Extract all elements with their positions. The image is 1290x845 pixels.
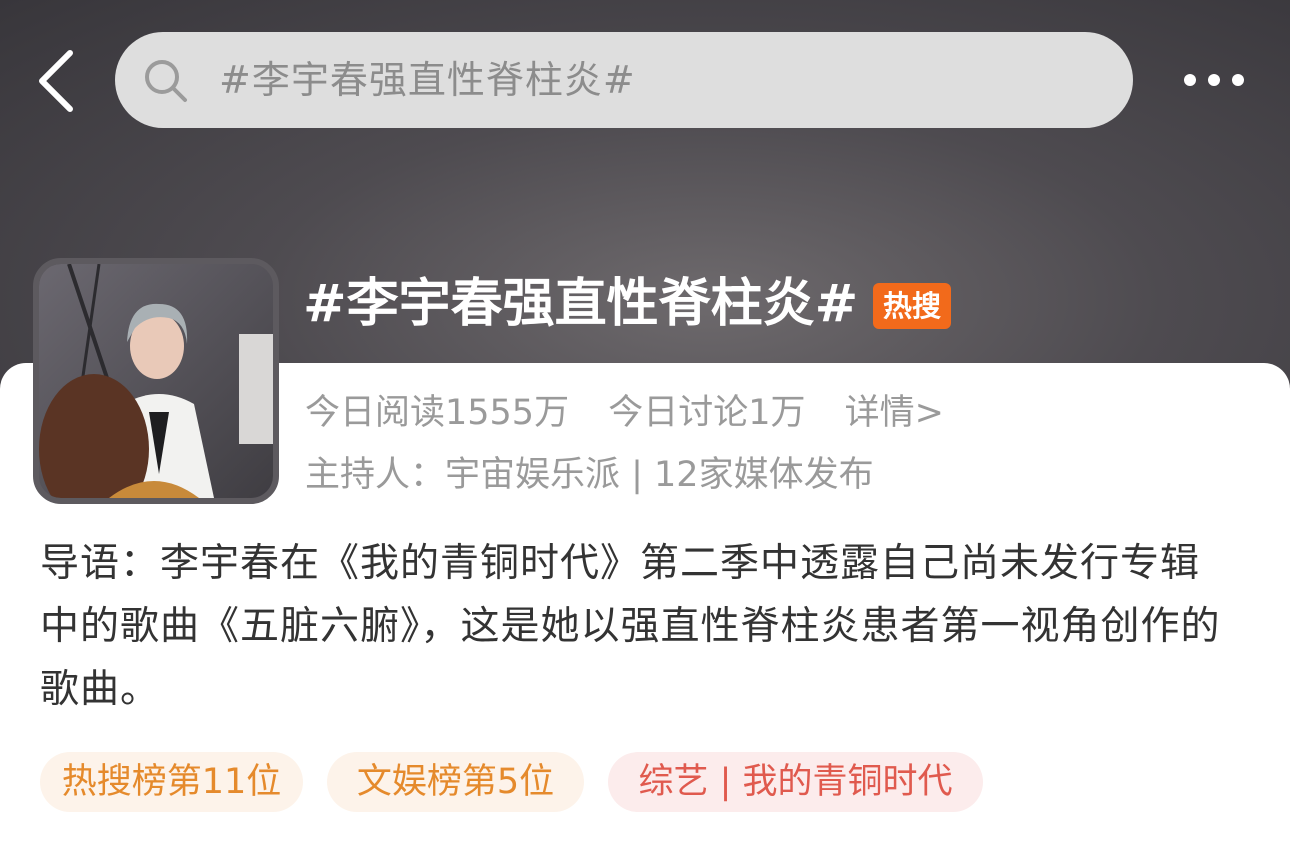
tag-entertainment-rank[interactable]: 文娱榜第5位 (327, 752, 584, 812)
search-query[interactable]: #李宇春强直性脊柱炎# (219, 32, 636, 128)
topic-host[interactable]: 主持人：宇宙娱乐派 | 12家媒体发布 (305, 450, 874, 500)
more-options-button[interactable] (1178, 60, 1252, 104)
details-link[interactable]: 详情> (845, 393, 944, 433)
chevron-left-icon (39, 50, 73, 112)
read-count: 今日阅读1555万 (305, 393, 570, 433)
dot-icon (1232, 74, 1244, 86)
cover-photo (39, 264, 273, 498)
back-button[interactable] (30, 45, 90, 115)
tag-variety-show[interactable]: 综艺 | 我的青铜时代 (608, 752, 983, 812)
dot-icon (1208, 74, 1220, 86)
tag-hot-search-rank[interactable]: 热搜榜第11位 (40, 752, 303, 812)
topic-intro: 导语：李宇春在《我的青铜时代》第二季中透露自己尚未发行专辑中的歌曲《五脏六腑》，… (40, 541, 1221, 712)
dot-icon (1184, 74, 1196, 86)
search-icon (145, 60, 187, 102)
discussion-count: 今日讨论1万 (608, 393, 806, 433)
topic-title: #李宇春强直性脊柱炎# (303, 274, 859, 334)
hot-badge: 热搜 (873, 283, 951, 329)
topic-cover-image[interactable] (33, 258, 279, 504)
search-bar[interactable]: #李宇春强直性脊柱炎# (115, 32, 1133, 128)
topic-stats: 今日阅读1555万 今日讨论1万 详情> (305, 388, 972, 438)
